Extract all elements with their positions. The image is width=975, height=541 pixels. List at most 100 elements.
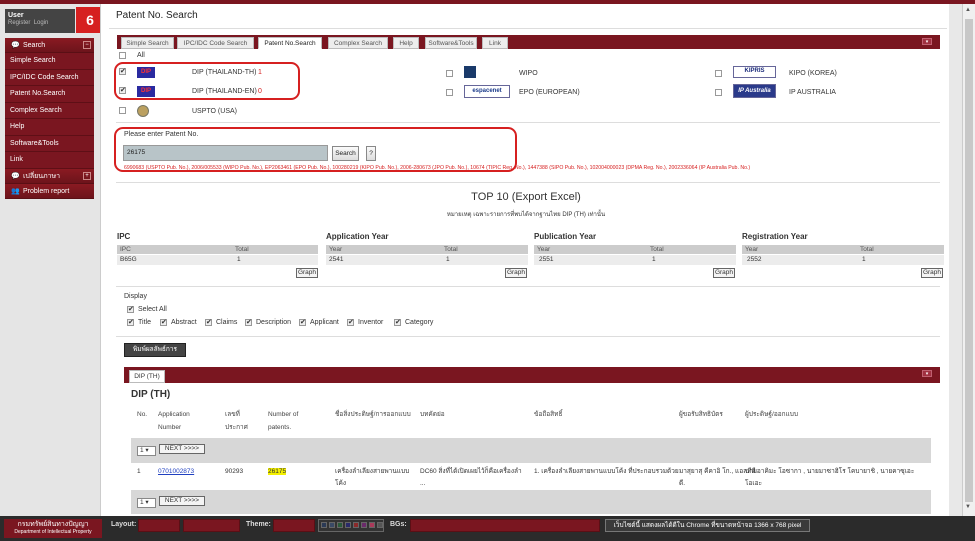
collapse-toggle-icon[interactable]: − bbox=[83, 41, 91, 49]
publication-year-title: Publication Year bbox=[534, 232, 597, 241]
layout-option-2[interactable] bbox=[183, 519, 240, 532]
ip-australia-checkbox[interactable] bbox=[715, 89, 722, 96]
next-button-bottom[interactable]: NEXT >>>> bbox=[159, 496, 205, 506]
page-select-bottom[interactable]: 1 ▾ bbox=[137, 498, 156, 508]
category-checkbox[interactable] bbox=[394, 318, 401, 326]
all-checkbox[interactable] bbox=[119, 52, 126, 59]
claims-checkbox[interactable] bbox=[205, 318, 212, 326]
applicant-checkbox[interactable] bbox=[299, 318, 306, 326]
scroll-down-icon[interactable]: ▼ bbox=[965, 504, 971, 510]
sidebar-item-help[interactable]: Help bbox=[5, 119, 94, 136]
theme-swatch[interactable] bbox=[321, 522, 327, 528]
claims-option-label: Claims bbox=[216, 319, 238, 326]
divider bbox=[116, 286, 940, 287]
wipo-checkbox[interactable] bbox=[446, 70, 453, 77]
tab-complex-search[interactable]: Complex Search bbox=[328, 37, 388, 49]
col-num-line2: patents. bbox=[268, 424, 292, 431]
tab-patent-no-search[interactable]: Patent No.Search bbox=[258, 37, 322, 49]
theme-selector[interactable] bbox=[273, 519, 315, 532]
epo-checkbox[interactable] bbox=[446, 89, 453, 96]
row-title-line2: โค้ง bbox=[335, 480, 347, 487]
uspto-checkbox[interactable] bbox=[119, 107, 126, 114]
problem-report-header[interactable]: 👥 Problem report bbox=[5, 183, 94, 199]
kipo-checkbox[interactable] bbox=[715, 70, 722, 77]
theme-swatch[interactable] bbox=[369, 522, 375, 528]
theme-swatch[interactable] bbox=[337, 522, 343, 528]
register-link[interactable]: Register bbox=[8, 20, 30, 26]
inventor-checkbox[interactable] bbox=[347, 318, 354, 326]
category-option-label: Category bbox=[405, 319, 434, 326]
theme-swatch[interactable] bbox=[353, 522, 359, 528]
col-pub-line1: เลขที่ bbox=[225, 411, 240, 418]
sidebar-item-complex-search[interactable]: Complex Search bbox=[5, 102, 94, 119]
title-divider bbox=[109, 28, 947, 29]
tab-dip-th[interactable]: DIP (TH) bbox=[129, 370, 165, 383]
tab-ipc-search[interactable]: IPC/IDC Code Search bbox=[177, 37, 254, 49]
theme-swatch[interactable] bbox=[345, 522, 351, 528]
chat-icon: 💬 bbox=[11, 172, 20, 180]
tab-help[interactable]: Help bbox=[393, 37, 419, 49]
row-application-link[interactable]: 0701002873 bbox=[158, 466, 194, 477]
sidebar-item-patent-no-search[interactable]: Patent No.Search bbox=[5, 86, 94, 103]
pub-year-graph-button[interactable]: Graph bbox=[713, 268, 735, 278]
sidebar-item-link[interactable]: Link bbox=[5, 152, 94, 169]
ipc-val1: B65G bbox=[120, 256, 137, 263]
row-inventor-line1: นายอาคิมะ โอซากา , นายมาซาฮิโร โคบายาชิ … bbox=[745, 468, 915, 475]
main-content: Patent No. Search Simple Search IPC/IDC … bbox=[100, 4, 949, 516]
user-name: User bbox=[8, 12, 24, 19]
app-year-graph-button[interactable]: Graph bbox=[505, 268, 527, 278]
reg-year-graph-button[interactable]: Graph bbox=[921, 268, 943, 278]
wipo-label: WIPO bbox=[519, 70, 538, 77]
sidebar-menu: 💬 Search − Simple Search IPC/IDC Code Sea… bbox=[5, 38, 94, 199]
top10-title[interactable]: TOP 10 (Export Excel) bbox=[351, 191, 701, 203]
ipc-col2: Total bbox=[235, 246, 249, 253]
row-claims: 1. เครื่องลำเลียงสายพานแบบโค้ง ที่ประกอบ… bbox=[534, 468, 679, 475]
language-menu-header[interactable]: 💬 เปลี่ยนภาษา + bbox=[5, 168, 94, 184]
tab-software-tools[interactable]: Software&Tools bbox=[425, 37, 477, 49]
theme-swatch[interactable] bbox=[377, 522, 383, 528]
search-menu-header[interactable]: 💬 Search − bbox=[5, 38, 94, 53]
sidebar-item-ipc-search[interactable]: IPC/IDC Code Search bbox=[5, 69, 94, 86]
login-link[interactable]: Login bbox=[34, 20, 49, 26]
app-year-val1: 2541 bbox=[329, 256, 344, 263]
tab-link[interactable]: Link bbox=[482, 37, 508, 49]
title-checkbox[interactable] bbox=[127, 318, 134, 326]
ipc-graph-button[interactable]: Graph bbox=[296, 268, 318, 278]
col-app-line2: Number bbox=[158, 424, 182, 431]
expand-toggle-icon[interactable]: + bbox=[83, 171, 91, 180]
pub-year-col2: Total bbox=[650, 246, 664, 253]
row-no: 1 bbox=[137, 468, 141, 475]
app-year-col1: Year bbox=[329, 246, 343, 253]
theme-swatch[interactable] bbox=[329, 522, 335, 528]
ipc-col1: IPC bbox=[120, 246, 131, 253]
scroll-up-icon[interactable]: ▲ bbox=[965, 7, 971, 13]
select-all-checkbox[interactable] bbox=[127, 305, 134, 313]
kipo-label: KIPO (KOREA) bbox=[789, 70, 837, 77]
tab-simple-search[interactable]: Simple Search bbox=[121, 37, 174, 49]
abstract-checkbox[interactable] bbox=[160, 318, 167, 326]
description-checkbox[interactable] bbox=[245, 318, 252, 326]
row-publication-no: 90293 bbox=[225, 468, 244, 475]
theme-swatch[interactable] bbox=[361, 522, 367, 528]
page-select-top[interactable]: 1 ▾ bbox=[137, 446, 156, 456]
row-title-line1: เครื่องลำเลียงสายพานแบบ bbox=[335, 468, 410, 475]
top10-note: หมายเหตุ เฉพาะรายการที่พบได้จากฐานไทย DI… bbox=[446, 212, 606, 218]
divider bbox=[116, 182, 940, 183]
row-abstract-line1: DC60 สิ่งที่ได้เปิดเผยไว้ก็คือเครื่องลำ bbox=[420, 468, 522, 475]
page-title: Patent No. Search bbox=[116, 10, 198, 21]
next-button-top[interactable]: NEXT >>>> bbox=[159, 444, 205, 454]
ipc-section-title: IPC bbox=[117, 232, 131, 241]
layout-option-1[interactable] bbox=[138, 519, 180, 532]
kipo-logo: KIPRIS bbox=[733, 66, 776, 78]
reg-year-col2: Total bbox=[860, 246, 874, 253]
chevron-down-icon[interactable]: ▾ bbox=[922, 370, 932, 377]
sidebar-item-software-tools[interactable]: Software&Tools bbox=[5, 135, 94, 152]
background-selector[interactable] bbox=[410, 519, 600, 532]
pub-year-val1: 2551 bbox=[539, 256, 554, 263]
search-tabs: Simple Search IPC/IDC Code Search Patent… bbox=[117, 35, 940, 49]
print-results-button[interactable]: พิมพ์ผลลัพธ์การค้นหา bbox=[124, 343, 186, 365]
chevron-down-icon[interactable]: ▾ bbox=[922, 38, 932, 45]
scrollbar[interactable]: ▲ ▼ bbox=[962, 4, 975, 516]
scroll-thumb[interactable] bbox=[965, 19, 973, 502]
sidebar-item-simple-search[interactable]: Simple Search bbox=[5, 53, 94, 70]
